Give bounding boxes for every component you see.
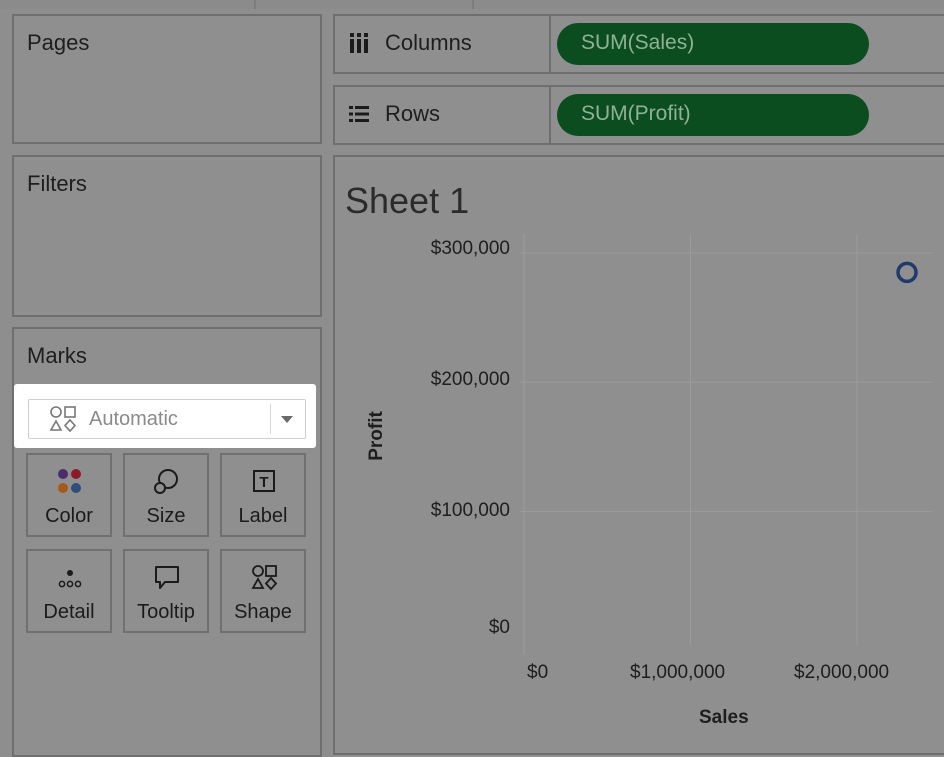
x-tick-label: $2,000,000 — [794, 662, 890, 683]
y-axis-title[interactable]: Profit — [366, 411, 388, 461]
y-tick-label: $100,000 — [430, 500, 510, 521]
x-tick-label: $1,000,000 — [630, 662, 726, 683]
y-tick-label: $0 — [488, 617, 510, 638]
data-point[interactable] — [896, 261, 918, 284]
y-tick-label: $300,000 — [430, 238, 510, 259]
x-tick-label: $0 — [527, 662, 549, 683]
y-tick-label: $200,000 — [430, 369, 510, 390]
x-axis-title[interactable]: Sales — [699, 707, 749, 729]
